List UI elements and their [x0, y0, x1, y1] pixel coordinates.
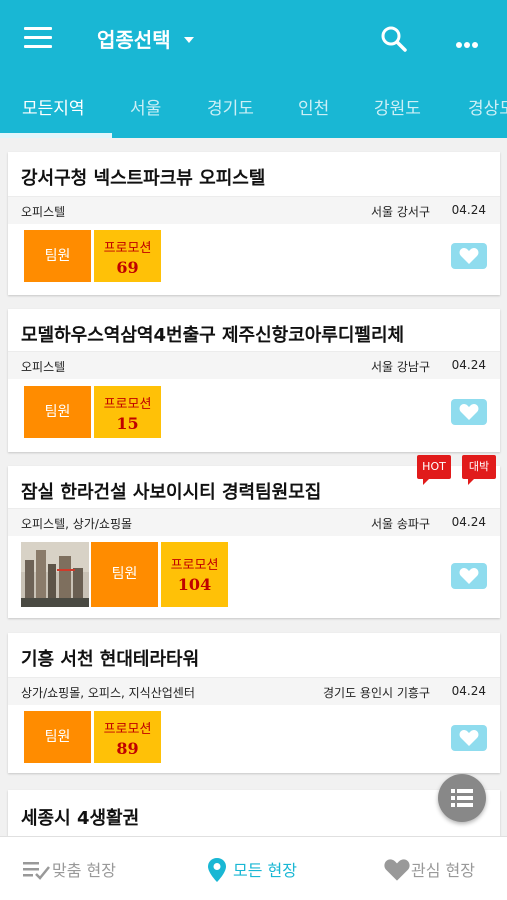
favorite-button[interactable] — [451, 399, 487, 425]
listing-location: 경기도 용인시 기흥구 — [323, 686, 430, 700]
nav-custom-sites[interactable]: 맞춤 현장 — [22, 857, 116, 881]
listing-title: 모델하우스역삼역4번출구 제주신항코아루디펠리체 — [21, 325, 405, 346]
listing-category: 오피스텔, 상가/쇼핑몰 — [21, 517, 133, 531]
nav-favorite-sites-label: 관심 현장 — [411, 861, 475, 880]
location-pin-icon — [208, 858, 226, 882]
listing-card[interactable]: 기흥 서천 현대테라타워 상가/쇼핑몰, 오피스, 지식산업센터 경기도 용인시… — [8, 633, 500, 773]
jackpot-tag: 대박 — [462, 455, 496, 485]
heart-icon — [384, 859, 410, 881]
promotion-label: 프로모션 — [103, 241, 152, 256]
listing-meta: 오피스텔 서울 강서구 04.24 — [8, 196, 500, 224]
heart-icon — [459, 248, 479, 264]
listing-title: 강서구청 넥스트파크뷰 오피스텔 — [21, 168, 266, 189]
menu-icon[interactable] — [24, 27, 52, 51]
listing-card[interactable]: 세종시 4생활권 — [8, 790, 500, 836]
listing-meta: 오피스텔 서울 강남구 04.24 — [8, 351, 500, 379]
promotion-badge: 프로모션 15 — [94, 386, 161, 438]
listing-title: 기흥 서천 현대테라타워 — [21, 649, 200, 670]
checklist-icon — [23, 862, 50, 880]
nav-all-sites[interactable]: 모든 현장 — [207, 857, 297, 883]
listing-category: 상가/쇼핑몰, 오피스, 지식산업센터 — [21, 686, 195, 700]
nav-favorite-sites[interactable]: 관심 현장 — [383, 857, 475, 882]
caret-down-icon[interactable] — [184, 37, 194, 43]
listing-location: 서울 강서구 — [370, 205, 430, 219]
promotion-value: 15 — [116, 414, 139, 433]
nav-custom-sites-label: 맞춤 현장 — [52, 861, 116, 880]
tab-incheon[interactable]: 인천 — [298, 94, 329, 119]
bottom-navigation: 맞춤 현장 모든 현장 관심 현장 — [0, 836, 507, 900]
promotion-value: 89 — [116, 739, 139, 758]
list-view-button[interactable] — [438, 774, 486, 822]
team-badge: 팀원 — [24, 230, 91, 282]
listing-meta: 오피스텔, 상가/쇼핑몰 서울 송파구 04.24 — [8, 508, 500, 536]
tab-all-regions[interactable]: 모든지역 — [22, 94, 85, 119]
heart-icon — [459, 404, 479, 420]
favorite-button[interactable] — [451, 563, 487, 589]
listing-category: 오피스텔 — [21, 360, 66, 374]
listing-category: 오피스텔 — [21, 205, 66, 219]
listing-card[interactable]: 강서구청 넥스트파크뷰 오피스텔 오피스텔 서울 강서구 04.24 팀원 프로… — [8, 152, 500, 295]
app-bar: 업종선택 모든지역 서울 경기도 인천 강원도 경상도 — [0, 0, 507, 138]
region-tabs: 모든지역 서울 경기도 인천 강원도 경상도 — [0, 78, 507, 138]
search-icon[interactable] — [380, 25, 408, 53]
favorite-button[interactable] — [451, 243, 487, 269]
team-badge: 팀원 — [24, 711, 91, 763]
listing-location: 서울 강남구 — [370, 360, 430, 374]
team-badge: 팀원 — [91, 542, 158, 607]
promotion-badge: 프로모션 89 — [94, 711, 161, 763]
heart-icon — [459, 730, 479, 746]
promotion-value: 69 — [116, 258, 139, 277]
promotion-label: 프로모션 — [103, 397, 152, 412]
nav-all-sites-label: 모든 현장 — [233, 861, 297, 880]
listing-thumbnail — [21, 542, 89, 607]
favorite-button[interactable] — [451, 725, 487, 751]
tab-gangwon[interactable]: 강원도 — [374, 94, 421, 119]
promotion-badge: 프로모션 104 — [161, 542, 228, 607]
heart-icon — [459, 568, 479, 584]
list-icon — [451, 789, 473, 807]
more-options-icon[interactable] — [456, 33, 482, 48]
listing-location: 서울 송파구 — [370, 517, 430, 531]
hot-tag: HOT — [417, 455, 451, 485]
tab-gyeonggi[interactable]: 경기도 — [207, 94, 254, 119]
listing-date: 04.24 — [451, 684, 486, 698]
team-badge: 팀원 — [24, 386, 91, 438]
listing-title: 잠실 한라건설 사보이시티 경력팀원모집 — [21, 482, 322, 503]
top-bar: 업종선택 — [0, 0, 507, 78]
listing-date: 04.24 — [451, 515, 486, 529]
listing-card[interactable]: 잠실 한라건설 사보이시티 경력팀원모집 HOT 대박 오피스텔, 상가/쇼핑몰… — [8, 455, 500, 618]
listing-date: 04.24 — [451, 358, 486, 372]
promotion-label: 프로모션 — [103, 722, 152, 737]
promotion-value: 104 — [177, 575, 212, 594]
listing-date: 04.24 — [451, 203, 486, 217]
category-select-title[interactable]: 업종선택 — [97, 24, 171, 53]
listing-meta: 상가/쇼핑몰, 오피스, 지식산업센터 경기도 용인시 기흥구 04.24 — [8, 677, 500, 705]
listing-card[interactable]: 모델하우스역삼역4번출구 제주신항코아루디펠리체 오피스텔 서울 강남구 04.… — [8, 309, 500, 452]
tab-gyeongsang[interactable]: 경상도 — [468, 94, 507, 119]
active-tab-indicator — [0, 133, 112, 138]
promotion-label: 프로모션 — [170, 558, 219, 573]
listing-title: 세종시 4생활권 — [21, 808, 140, 829]
promotion-badge: 프로모션 69 — [94, 230, 161, 282]
tab-seoul[interactable]: 서울 — [130, 94, 161, 119]
